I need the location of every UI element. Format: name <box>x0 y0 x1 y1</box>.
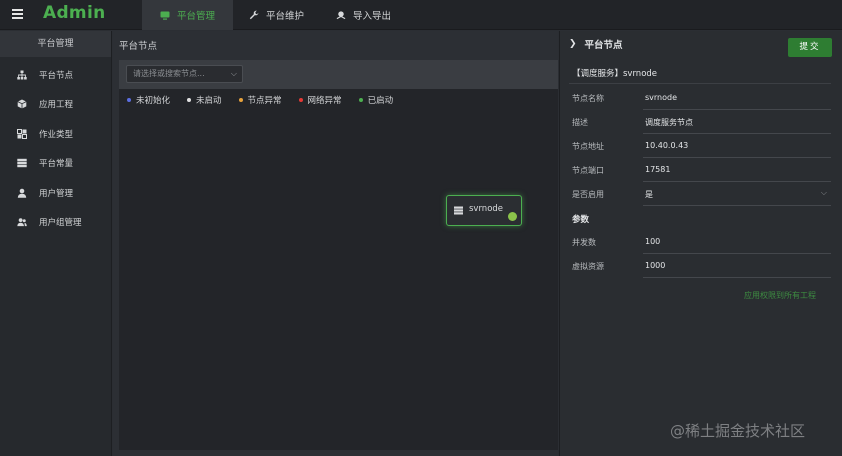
chevron-down-icon[interactable]: ⌵ <box>821 188 827 198</box>
field-value[interactable]: 是 <box>645 189 653 200</box>
field-underline <box>643 253 831 254</box>
node-status-indicator <box>508 212 517 221</box>
field-value[interactable]: 100 <box>645 237 660 246</box>
apply-permissions-link[interactable]: 应用权限到所有工程 <box>744 290 816 301</box>
field-label: 节点端口 <box>572 166 604 175</box>
transfer-icon <box>336 10 346 20</box>
tab-label: 导入导出 <box>353 11 392 22</box>
sidebar-item-user-group-management[interactable]: 用户组管理 <box>0 208 111 238</box>
app-title: Admin <box>43 3 106 23</box>
field-label: 描述 <box>572 118 588 127</box>
top-bar: Admin 平台管理 平台维护 导入导出 <box>0 0 842 30</box>
field-label: 并发数 <box>572 238 596 247</box>
legend-item: 网络异常 <box>298 94 342 106</box>
field-underline <box>643 157 831 158</box>
tab-label: 平台管理 <box>177 11 216 22</box>
field-underline <box>643 133 831 134</box>
grid-icon <box>17 128 27 139</box>
menu-icon[interactable] <box>12 9 23 19</box>
field-label: 节点名称 <box>572 94 604 103</box>
watermark: @稀土掘金技术社区 <box>670 422 806 440</box>
legend-dot <box>238 98 243 102</box>
field-underline <box>643 109 831 110</box>
panel-title[interactable]: ❯ 平台节点 <box>569 37 623 51</box>
service-title: 【调度服务】svrnode <box>572 69 658 79</box>
sidebar-item-label: 平台节点 <box>39 70 74 81</box>
user-icon <box>17 188 27 198</box>
field-description[interactable]: 描述 调度服务节点 <box>572 111 831 135</box>
sidebar-item-user-management[interactable]: 用户管理 <box>0 178 111 208</box>
field-value[interactable]: 10.40.0.43 <box>645 141 688 150</box>
sidebar-item-label: 平台常量 <box>39 159 74 170</box>
field-label: 是否启用 <box>572 190 604 199</box>
page-title: 平台节点 <box>119 41 158 52</box>
server-icon <box>454 206 463 215</box>
field-node-address[interactable]: 节点地址 10.40.0.43 <box>572 135 831 159</box>
node-label: svrnode <box>469 204 504 214</box>
wrench-icon <box>249 10 259 20</box>
divider <box>569 83 831 84</box>
legend-dot <box>298 98 303 102</box>
legend-dot <box>127 98 131 102</box>
status-legend: 未初始化 未启动 节点异常 网络异常 已启动 <box>127 94 410 106</box>
topology-canvas[interactable]: 请选择或搜索节点... ⌵ 未初始化 未启动 节点异常 网络异常 已启动 svr… <box>119 60 558 450</box>
submit-button[interactable]: 提交 <box>788 38 832 57</box>
field-label: 节点地址 <box>572 142 604 151</box>
topology-node-svrnode[interactable]: svrnode <box>446 195 522 226</box>
sidebar-item-label: 应用工程 <box>39 100 74 111</box>
cube-icon <box>17 99 27 109</box>
node-detail-panel: ❯ 平台节点 提交 【调度服务】svrnode 节点名称 svrnode 描述 … <box>559 31 842 456</box>
sidebar-item-app-projects[interactable]: 应用工程 <box>0 90 111 120</box>
legend-label: 节点异常 <box>247 96 282 106</box>
server-icon <box>17 158 27 168</box>
field-concurrency[interactable]: 并发数 100 <box>572 231 831 255</box>
field-virtual-resources[interactable]: 虚拟资源 1000 <box>572 255 831 279</box>
node-search-select[interactable]: 请选择或搜索节点... ⌵ <box>126 65 243 83</box>
node-search-placeholder: 请选择或搜索节点... <box>133 69 205 78</box>
tab-platform-maintenance[interactable]: 平台维护 <box>233 0 320 30</box>
field-value[interactable]: svrnode <box>645 93 677 102</box>
chevron-right-icon: ❯ <box>569 39 577 49</box>
legend-item: 已启动 <box>358 94 394 106</box>
sidebar-item-label: 用户管理 <box>39 188 74 199</box>
params-section-title: 参数 <box>572 215 590 225</box>
sidebar-item-job-types[interactable]: 作业类型 <box>0 119 111 149</box>
field-underline <box>643 277 831 278</box>
users-icon <box>17 217 27 227</box>
field-enabled-select[interactable]: 是否启用 是 ⌵ <box>572 183 831 207</box>
chevron-down-icon: ⌵ <box>230 69 237 78</box>
field-value[interactable]: 17581 <box>645 165 670 174</box>
legend-label: 已启动 <box>367 96 394 106</box>
legend-label: 未初始化 <box>136 96 171 106</box>
tab-platform-management[interactable]: 平台管理 <box>142 0 234 30</box>
sidebar-item-platform-nodes[interactable]: 平台节点 <box>0 60 111 90</box>
tab-label: 平台维护 <box>266 11 305 22</box>
legend-label: 未启动 <box>196 96 222 106</box>
top-nav: 平台管理 平台维护 导入导出 <box>142 0 407 30</box>
panel-title-text: 平台节点 <box>584 40 623 51</box>
sidebar-item-label: 作业类型 <box>39 129 74 140</box>
monitor-icon <box>160 10 170 20</box>
legend-label: 网络异常 <box>307 96 342 106</box>
field-node-port[interactable]: 节点端口 17581 <box>572 159 831 183</box>
sitemap-icon <box>17 70 27 80</box>
legend-item: 节点异常 <box>238 94 282 106</box>
field-node-name[interactable]: 节点名称 svrnode <box>572 87 831 111</box>
sidebar-item-platform-constants[interactable]: 平台常量 <box>0 149 111 179</box>
field-value[interactable]: 1000 <box>645 261 665 270</box>
sidebar-item-label: 用户组管理 <box>39 218 82 229</box>
legend-item: 未初始化 <box>127 94 170 106</box>
canvas-toolbar: 请选择或搜索节点... ⌵ <box>119 61 558 89</box>
main-area: 平台节点 请选择或搜索节点... ⌵ 未初始化 未启动 节点异常 网络异常 已启… <box>113 31 558 456</box>
sidebar: 平台管理 平台节点 应用工程 作业类型 平台常量 用户管理 用户组管理 <box>0 31 112 456</box>
field-underline <box>643 205 831 206</box>
legend-item: 未启动 <box>187 94 222 106</box>
field-underline <box>643 181 831 182</box>
legend-dot <box>187 98 192 102</box>
tab-import-export[interactable]: 导入导出 <box>320 0 407 30</box>
field-label: 虚拟资源 <box>572 262 604 271</box>
sidebar-header: 平台管理 <box>0 31 111 57</box>
legend-dot <box>358 98 363 102</box>
field-value[interactable]: 调度服务节点 <box>645 117 693 128</box>
